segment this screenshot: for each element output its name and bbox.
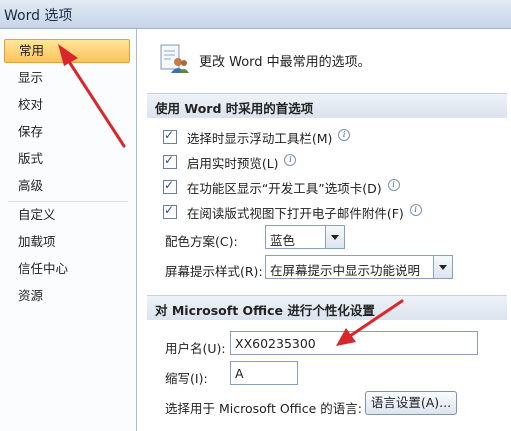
sidebar-item-advanced[interactable]: 高级	[4, 174, 130, 198]
language-label: 选择用于 Microsoft Office 的语言:	[165, 401, 363, 416]
info-icon: i	[409, 203, 422, 216]
sidebar-divider	[8, 201, 128, 202]
mini-toolbar-checkbox[interactable]: ✓	[163, 128, 177, 144]
developer-tab-checkbox[interactable]: ✓	[163, 178, 177, 194]
chevron-down-icon[interactable]	[433, 256, 452, 278]
section-header-personalize: 对 Microsoft Office 进行个性化设置	[147, 295, 507, 320]
sidebar-item-general[interactable]: 常用	[4, 39, 130, 63]
option-developer-tab[interactable]: ✓ 在功能区显示“开发工具”选项卡(D) i	[163, 178, 400, 196]
mini-toolbar-label: 选择时显示浮动工具栏(M)	[186, 131, 333, 146]
info-icon: i	[387, 178, 400, 191]
chevron-down-icon[interactable]	[325, 226, 344, 248]
color-scheme-select[interactable]: 蓝色	[265, 225, 345, 249]
header-description: 更改 Word 中最常用的选项。	[199, 55, 371, 70]
email-attachments-label: 在阅读版式视图下打开电子邮件附件(F)	[186, 206, 404, 221]
color-scheme-value: 蓝色	[270, 233, 296, 248]
screentip-style-value: 在屏幕提示中显示功能说明	[270, 263, 421, 278]
options-people-icon	[160, 44, 189, 73]
option-email-attachments[interactable]: ✓ 在阅读版式视图下打开电子邮件附件(F) i	[163, 203, 422, 221]
email-attachments-checkbox[interactable]: ✓	[163, 203, 177, 219]
title-bar: Word 选项	[0, 0, 511, 29]
option-mini-toolbar[interactable]: ✓ 选择时显示浮动工具栏(M) i	[163, 128, 351, 146]
sidebar-item-proofing[interactable]: 校对	[4, 93, 130, 117]
username-value: XX60235300	[235, 336, 316, 351]
sidebar-item-display[interactable]: 显示	[4, 66, 130, 90]
developer-tab-label: 在功能区显示“开发工具”选项卡(D)	[186, 181, 382, 196]
color-scheme-label: 配色方案(C):	[165, 234, 238, 249]
live-preview-label: 启用实时预览(L)	[186, 156, 279, 171]
options-panel: 更改 Word 中最常用的选项。 使用 Word 时采用的首选项 ✓ 选择时显示…	[137, 29, 511, 431]
sidebar-item-trust-center[interactable]: 信任中心	[4, 257, 130, 281]
initials-input[interactable]: A	[230, 361, 298, 385]
username-input[interactable]: XX60235300	[230, 331, 478, 355]
window-title: Word 选项	[4, 8, 73, 24]
section-header-word-preferences: 使用 Word 时采用的首选项	[147, 93, 507, 118]
username-label: 用户名(U):	[165, 341, 226, 356]
section-title: 使用 Word 时采用的首选项	[155, 101, 314, 116]
live-preview-checkbox[interactable]: ✓	[163, 153, 177, 169]
info-icon: i	[284, 153, 297, 166]
sidebar-item-addins[interactable]: 加载项	[4, 230, 130, 254]
sidebar-item-save[interactable]: 保存	[4, 120, 130, 144]
initials-value: A	[235, 366, 244, 381]
sidebar: 常用 显示 校对 保存 版式 高级 自定义 加载项 信任中心 资源	[0, 29, 137, 431]
sidebar-item-customize[interactable]: 自定义	[4, 203, 130, 227]
screentip-style-select[interactable]: 在屏幕提示中显示功能说明	[265, 255, 453, 279]
initials-label: 缩写(I):	[165, 371, 208, 386]
sidebar-item-layout[interactable]: 版式	[4, 147, 130, 171]
option-live-preview[interactable]: ✓ 启用实时预览(L) i	[163, 153, 297, 171]
sidebar-item-resources[interactable]: 资源	[4, 284, 130, 308]
info-icon: i	[338, 128, 351, 141]
language-settings-button[interactable]: 语言设置(A)...	[365, 391, 457, 415]
screentip-style-label: 屏幕提示样式(R):	[165, 264, 263, 279]
section-title: 对 Microsoft Office 进行个性化设置	[155, 303, 375, 318]
